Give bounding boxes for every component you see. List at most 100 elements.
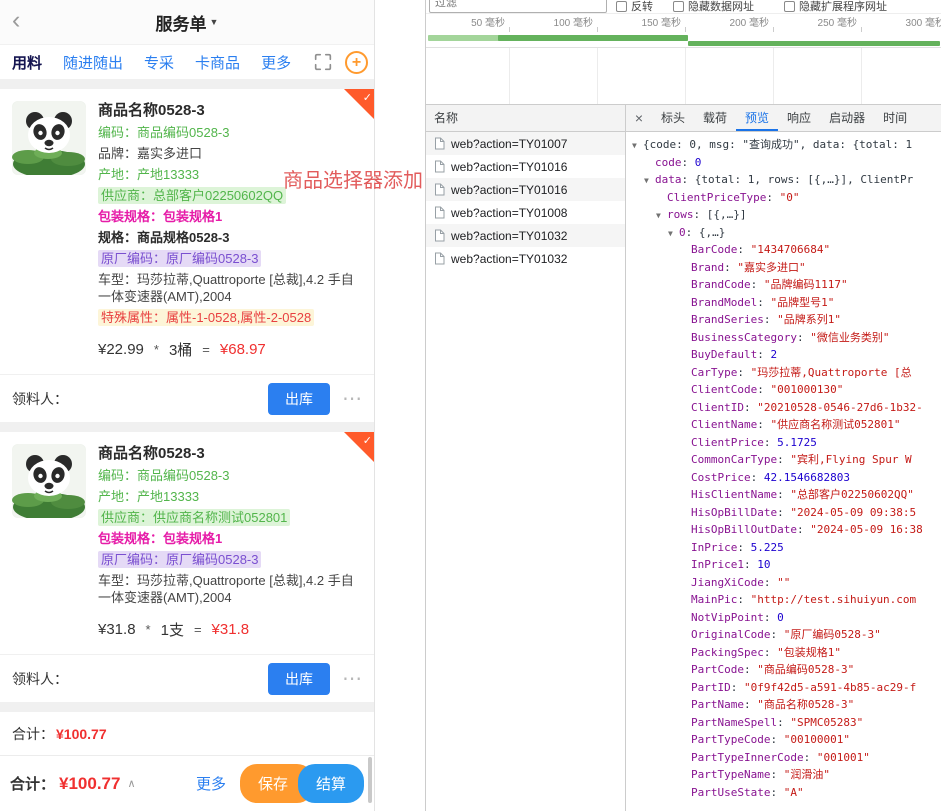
request-row[interactable]: web?action=TY01008 — [426, 201, 625, 224]
tree-line[interactable]: ▼rows: [{,…}] — [626, 206, 941, 224]
tree-line[interactable]: CostPrice: 42.1546682803 — [626, 469, 941, 487]
details-tab[interactable]: 预览 — [736, 105, 778, 131]
app-tab[interactable]: 随进随出 — [63, 52, 123, 73]
tree-line[interactable]: HisOpBillDate: "2024-05-09 09:38:5 — [626, 504, 941, 522]
request-row[interactable]: web?action=TY01016 — [426, 155, 625, 178]
tree-line[interactable]: HisClientName: "总部客户02250602QQ" — [626, 486, 941, 504]
request-row[interactable]: web?action=TY01032 — [426, 247, 625, 270]
outbound-button[interactable]: 出库 — [268, 663, 330, 695]
request-row[interactable]: web?action=TY01016 — [426, 178, 625, 201]
tree-line[interactable]: PartUseState: "A" — [626, 784, 941, 802]
tree-line[interactable]: HisOpBillOutDate: "2024-05-09 16:38 — [626, 521, 941, 539]
app-tab[interactable]: 专采 — [144, 52, 174, 73]
tree-line[interactable]: PartNameSpell: "SPMC05283" — [626, 714, 941, 732]
product-field: 包装规格：包装规格1 — [98, 530, 362, 547]
tree-line[interactable]: BuyDefault: 2 — [626, 346, 941, 364]
product-field-text: 规格：商品规格0528-3 — [98, 230, 229, 245]
request-row[interactable]: web?action=TY01032 — [426, 224, 625, 247]
tree-line[interactable]: PackingSpec: "包装规格1" — [626, 644, 941, 662]
name-column-header[interactable]: 名称 — [426, 105, 625, 132]
tree-value: "嘉实多进口" — [737, 261, 805, 274]
scan-icon[interactable] — [312, 51, 334, 73]
product-card[interactable]: ✓ 商品名称0528-3编码：商品编码0528-3品牌：嘉实多进口产地：产地13… — [0, 89, 374, 374]
tree-line[interactable]: ClientPrice: 5.1725 — [626, 434, 941, 452]
tree-line[interactable]: ClientID: "20210528-0546-27d6-1b32- — [626, 399, 941, 417]
filter-input[interactable] — [429, 0, 607, 13]
tree-line[interactable]: PartID: "0f9f42d5-a591-4b85-ac29-f — [626, 679, 941, 697]
tree-line[interactable]: BarCode: "1434706684" — [626, 241, 941, 259]
product-card[interactable]: ✓ 商品名称0528-3编码：商品编码0528-3产地：产地13333供应商：供… — [0, 432, 374, 654]
request-row[interactable]: web?action=TY01007 — [426, 132, 625, 155]
tree-line[interactable]: NotVipPoint: 0 — [626, 609, 941, 627]
timeline-overview[interactable] — [426, 32, 941, 48]
app-header: ‹ 服务单 ▼ — [0, 0, 374, 45]
tree-line[interactable]: PartCode: "商品编码0528-3" — [626, 661, 941, 679]
details-tab[interactable]: 响应 — [778, 105, 820, 131]
tree-line[interactable]: CommonCarType: "宾利,Flying Spur W — [626, 451, 941, 469]
tree-line[interactable]: PartTypeName: "润滑油" — [626, 766, 941, 784]
tree-line[interactable]: PartName: "商品名称0528-3" — [626, 696, 941, 714]
tree-line[interactable]: ClientCode: "001000130" — [626, 381, 941, 399]
details-tab[interactable]: 时间 — [874, 105, 916, 131]
tree-key: ClientID — [691, 401, 744, 414]
tree-line[interactable]: JiangXiCode: "" — [626, 574, 941, 592]
more-options-icon[interactable]: ⋯ — [342, 386, 362, 411]
tree-line[interactable]: PartTypeCode: "00100001" — [626, 731, 941, 749]
more-options-icon[interactable]: ⋯ — [342, 666, 362, 691]
scrollbar[interactable] — [368, 757, 372, 803]
tree-key: PackingSpec — [691, 646, 764, 659]
tree-line[interactable]: ▼0: {,…} — [626, 224, 941, 242]
filter-checkbox[interactable]: 隐藏扩展程序网址 — [784, 0, 887, 14]
outbound-button[interactable]: 出库 — [268, 383, 330, 415]
tree-line[interactable]: InPrice: 5.225 — [626, 539, 941, 557]
selected-badge[interactable]: ✓ — [344, 89, 374, 119]
tree-line[interactable]: code: 0 — [626, 154, 941, 172]
tree-line[interactable]: PartTypeInnerCode: "001001" — [626, 749, 941, 767]
close-icon[interactable]: × — [626, 105, 652, 131]
filter-checkbox[interactable]: 隐藏数据网址 — [673, 0, 754, 14]
details-tab[interactable]: 标头 — [652, 105, 694, 131]
tree-line[interactable]: BrandModel: "品牌型号1" — [626, 294, 941, 312]
selected-badge[interactable]: ✓ — [344, 432, 374, 462]
back-icon[interactable]: ‹ — [12, 6, 20, 35]
app-tab[interactable]: 用料 — [12, 52, 42, 73]
tree-line[interactable]: ClientName: "供应商名称测试052801" — [626, 416, 941, 434]
app-tab[interactable]: 卡商品 — [195, 52, 240, 73]
collapse-icon[interactable]: ∧ — [127, 777, 135, 790]
tree-line[interactable]: Brand: "嘉实多进口" — [626, 259, 941, 277]
tree-line[interactable]: BrandSeries: "品牌系列1" — [626, 311, 941, 329]
tree-line[interactable]: CarType: "玛莎拉蒂,Quattroporte [总 — [626, 364, 941, 382]
quantity: 3桶 — [169, 339, 192, 360]
expand-arrow-icon[interactable]: ▼ — [632, 137, 643, 154]
details-tab[interactable]: 启动器 — [820, 105, 874, 131]
tree-line[interactable]: MainPic: "http://test.sihuiyun.com — [626, 591, 941, 609]
filter-checkbox[interactable]: 反转 — [616, 0, 653, 14]
tree-line[interactable]: ▼{code: 0, msg: "查询成功", data: {total: 1 — [626, 136, 941, 154]
more-link[interactable]: 更多 — [196, 773, 226, 794]
expand-arrow-icon[interactable]: ▼ — [644, 172, 655, 189]
unit-price: ¥31.8 — [98, 621, 136, 638]
details-tab[interactable]: 载荷 — [694, 105, 736, 131]
tree-line[interactable]: ClientPriceType: "0" — [626, 189, 941, 207]
expand-arrow-icon[interactable]: ▼ — [656, 207, 667, 224]
grid-line — [685, 48, 686, 104]
tree-line[interactable]: InPrice1: 10 — [626, 556, 941, 574]
tree-key: PartNameSpell — [691, 716, 777, 729]
expand-arrow-icon[interactable]: ▼ — [668, 225, 679, 242]
app-tab[interactable]: 更多 — [261, 52, 291, 73]
settle-button[interactable]: 结算 — [298, 764, 364, 803]
caret-down-icon[interactable]: ▼ — [210, 17, 219, 27]
details-tabs: × 标头载荷预览响应启动器时间 — [626, 105, 941, 132]
tree-value: "1434706684" — [751, 243, 830, 256]
add-icon[interactable]: + — [345, 51, 368, 74]
tree-line[interactable]: BusinessCategory: "微信业务类别" — [626, 329, 941, 347]
product-field: 原厂编码：原厂编码0528-3 — [98, 551, 362, 568]
checkbox-icon[interactable] — [673, 1, 684, 12]
tree-value: "供应商名称测试052801" — [770, 418, 900, 431]
checkbox-icon[interactable] — [784, 1, 795, 12]
tree-colon: : — [770, 786, 783, 799]
tree-line[interactable]: ▼data: {total: 1, rows: [{,…}], ClientPr — [626, 171, 941, 189]
tree-line[interactable]: BrandCode: "品牌编码1117" — [626, 276, 941, 294]
tree-line[interactable]: OriginalCode: "原厂编码0528-3" — [626, 626, 941, 644]
checkbox-icon[interactable] — [616, 1, 627, 12]
